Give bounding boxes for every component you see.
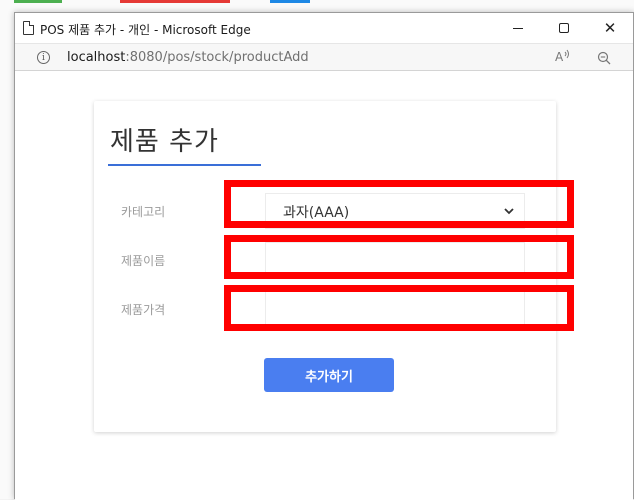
minimize-button[interactable]	[495, 13, 541, 43]
page-title: 제품 추가	[110, 127, 219, 157]
product-price-label: 제품가격	[121, 303, 166, 317]
add-product-button[interactable]: 추가하기	[264, 358, 394, 392]
info-icon[interactable]: i	[37, 51, 50, 64]
background-tab-accent-blue	[270, 0, 310, 3]
background-tab-accent-green	[14, 0, 62, 3]
close-button[interactable]: ✕	[587, 13, 633, 43]
title-bar[interactable]: POS 제품 추가 - 개인 - Microsoft Edge ✕	[15, 13, 633, 43]
zoom-out-icon[interactable]	[597, 50, 611, 65]
url-host: localhost	[67, 50, 126, 65]
close-icon: ✕	[603, 18, 617, 37]
minimize-icon	[513, 27, 523, 29]
url-path: :8080/pos/stock/productAdd	[125, 50, 309, 65]
window-title: POS 제품 추가 - 개인 - Microsoft Edge	[40, 23, 251, 37]
url-display[interactable]: localhost:8080/pos/stock/productAdd	[67, 50, 309, 65]
product-name-label: 제품이름	[121, 254, 166, 268]
address-bar: i localhost:8080/pos/stock/productAdd A	[15, 43, 633, 71]
annotation-highlight-name	[224, 235, 574, 279]
read-aloud-icon[interactable]: A	[555, 49, 571, 67]
page-icon	[23, 21, 34, 35]
category-label: 카테고리	[121, 205, 166, 219]
svg-text:A: A	[555, 50, 564, 63]
maximize-button[interactable]	[541, 13, 587, 43]
annotation-highlight-category	[224, 180, 574, 228]
maximize-icon	[559, 23, 569, 33]
title-underline	[108, 164, 261, 166]
annotation-highlight-price	[224, 285, 574, 331]
background-tab-accent-red	[120, 0, 230, 3]
